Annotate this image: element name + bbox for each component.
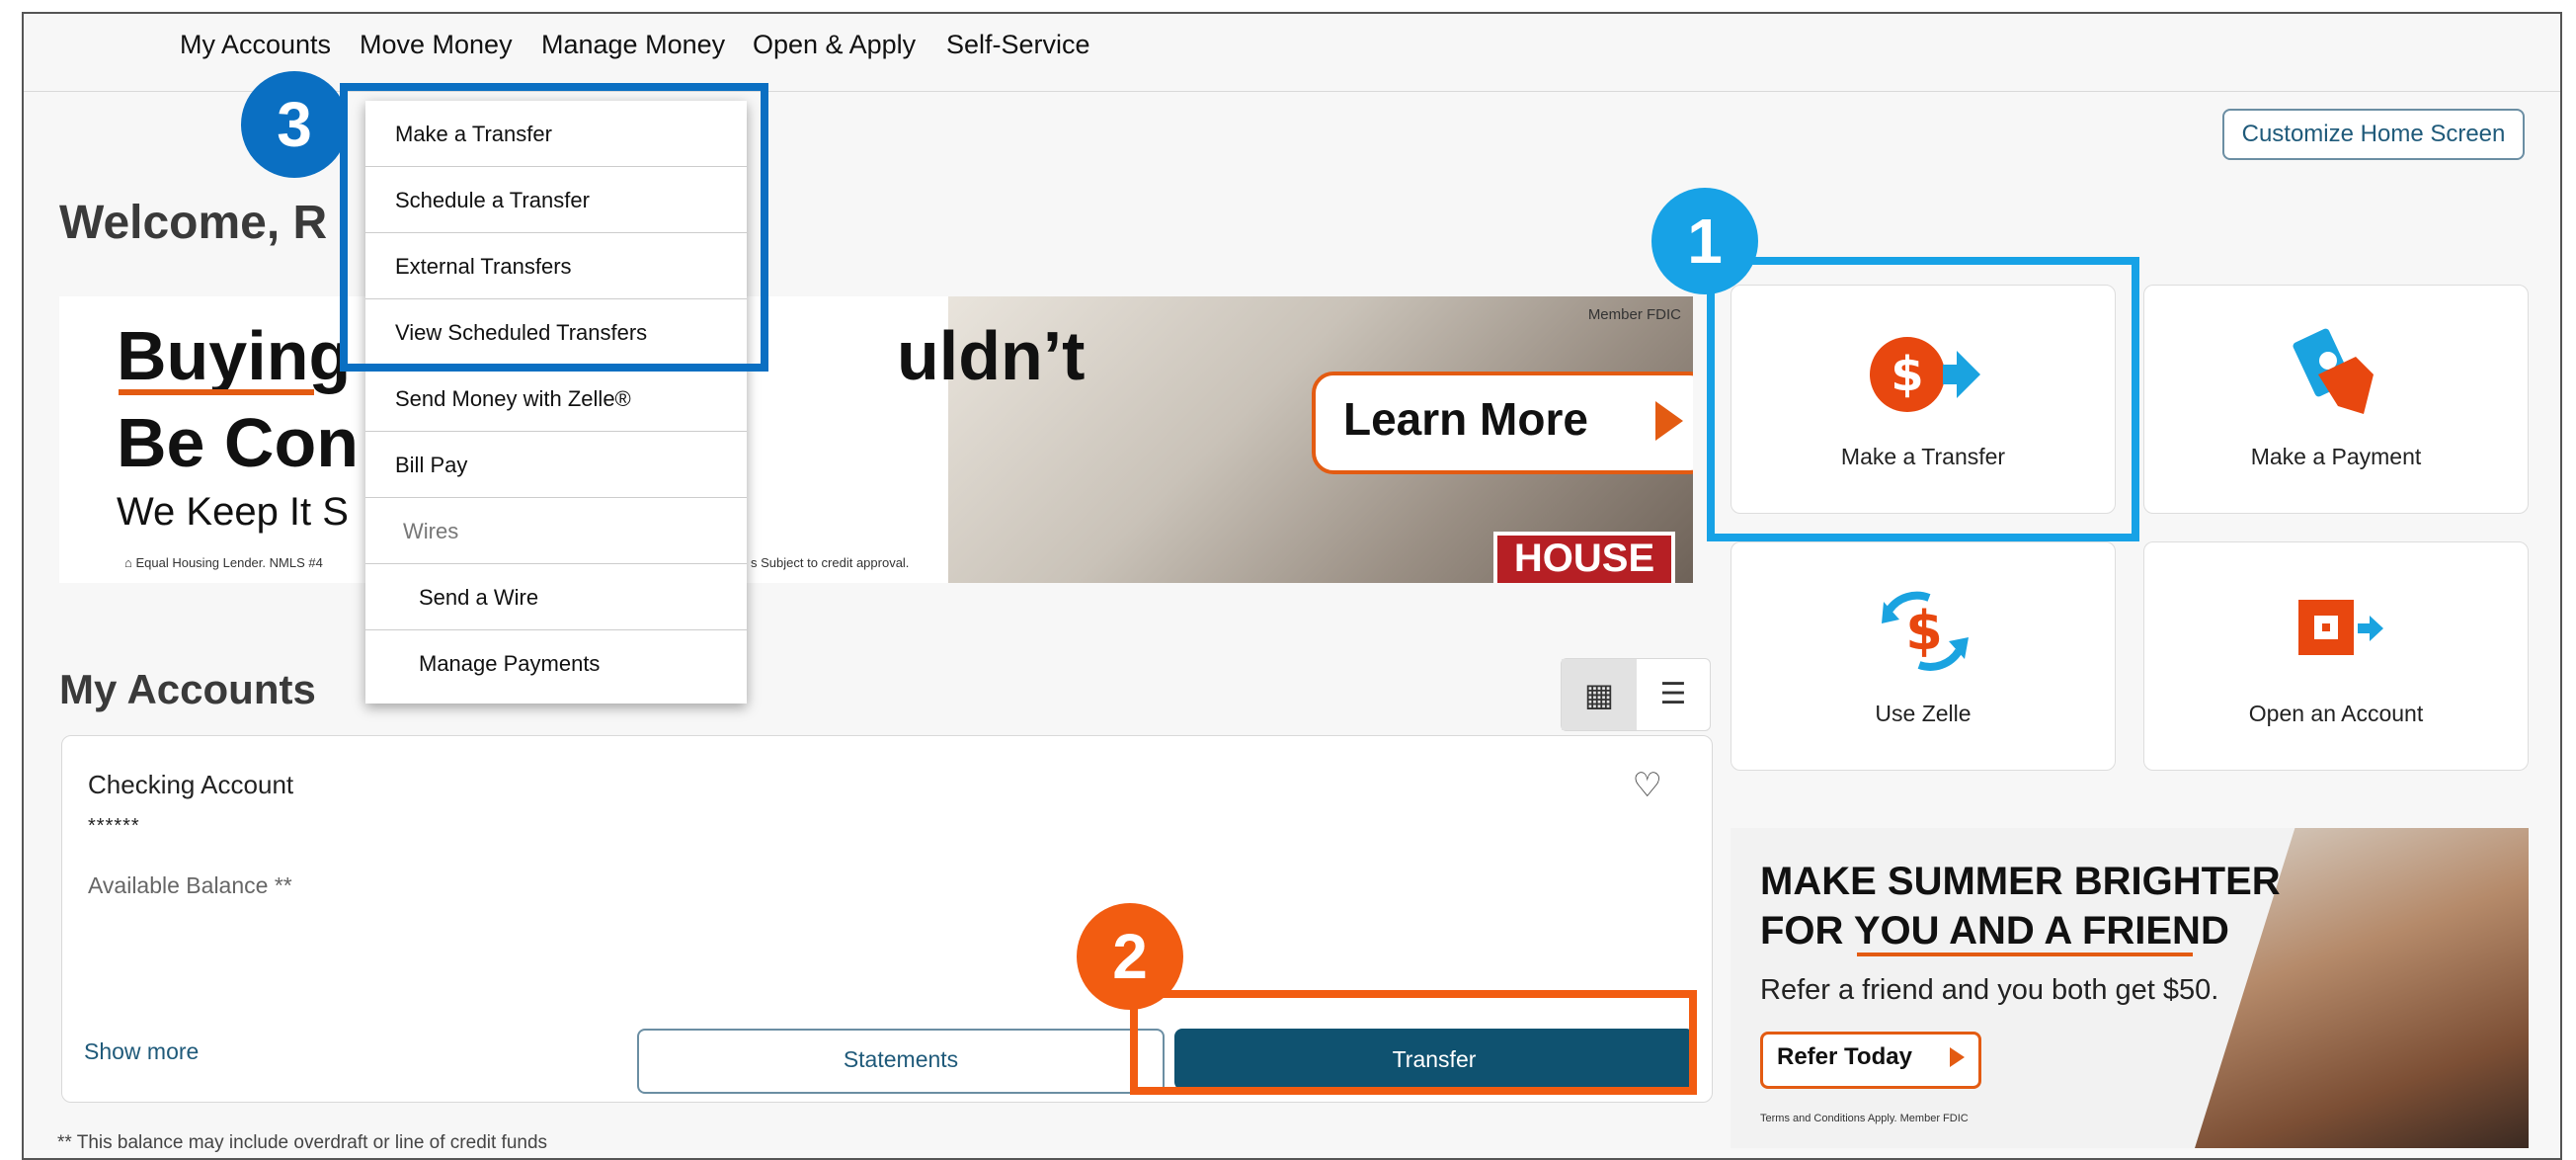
customize-home-screen-button[interactable]: Customize Home Screen: [2222, 109, 2525, 160]
refer-today-button[interactable]: Refer Today: [1760, 1032, 1981, 1089]
banner-disclaimer-text: Equal Housing Lender. NMLS #4: [135, 555, 323, 570]
play-arrow-icon: [1950, 1047, 1965, 1067]
zelle-dollar-icon: $: [1731, 580, 2115, 679]
house-sign: HOUSE: [1493, 532, 1675, 583]
learn-more-button[interactable]: Learn More: [1312, 372, 1693, 474]
callout-3-badge: 3: [241, 71, 348, 178]
available-balance-label: Available Balance **: [88, 872, 292, 898]
learn-more-label: Learn More: [1343, 393, 1588, 445]
top-nav: My Accounts Move Money Manage Money Open…: [24, 14, 2560, 92]
tile-use-zelle[interactable]: $ Use Zelle: [1731, 541, 2116, 771]
home-loan-banner[interactable]: Member FDIC Buying uldn’t Be Con We Keep…: [59, 296, 1693, 583]
play-arrow-icon: [1655, 401, 1683, 441]
tile-open-an-account[interactable]: Open an Account: [2143, 541, 2529, 771]
nav-self-service[interactable]: Self-Service: [946, 30, 1090, 60]
banner-headline-2: Be Con: [117, 404, 359, 481]
open-account-icon: [2144, 580, 2528, 679]
nav-open-apply[interactable]: Open & Apply: [753, 30, 916, 60]
callout-3-highlight: [340, 83, 768, 372]
banner-headline-1: Buying: [117, 317, 352, 394]
promo-headline-1: MAKE SUMMER BRIGHTER: [1760, 860, 2281, 903]
member-fdic-label: Member FDIC: [1587, 306, 1681, 323]
tile-label: Use Zelle: [1875, 701, 1972, 726]
menu-item-send-a-wire[interactable]: Send a Wire: [365, 564, 747, 630]
menu-item-manage-payments[interactable]: Manage Payments: [365, 630, 747, 697]
nav-move-money[interactable]: Move Money: [360, 30, 513, 60]
hand-money-icon: [2144, 323, 2528, 422]
view-toggle: ▦ ☰: [1561, 658, 1711, 731]
account-name: Checking Account: [88, 770, 294, 799]
statements-button[interactable]: Statements: [637, 1029, 1165, 1094]
tile-make-a-payment[interactable]: Make a Payment: [2143, 285, 2529, 514]
callout-1-badge: 1: [1651, 188, 1758, 294]
app-frame: My Accounts Move Money Manage Money Open…: [22, 12, 2562, 1160]
refer-today-label: Refer Today: [1777, 1043, 1912, 1070]
callout-2-highlight: [1130, 990, 1697, 1095]
menu-group-wires: Wires: [365, 498, 747, 564]
banner-credit-note: s Subject to credit approval.: [751, 555, 910, 570]
banner-headline-1b: uldn’t: [897, 317, 1086, 394]
promo-disclaimer: Terms and Conditions Apply. Member FDIC: [1760, 1113, 1969, 1124]
refer-friend-promo[interactable]: MAKE SUMMER BRIGHTER FOR YOU AND A FRIEN…: [1731, 828, 2529, 1148]
menu-item-send-money-zelle[interactable]: Send Money with Zelle®: [365, 366, 747, 432]
favorite-heart-icon[interactable]: ♡: [1633, 766, 1662, 805]
balance-footnote: ** This balance may include overdraft or…: [57, 1132, 548, 1153]
menu-item-bill-pay[interactable]: Bill Pay: [365, 432, 747, 498]
callout-1-highlight: [1707, 257, 2139, 541]
show-more-link[interactable]: Show more: [84, 1038, 199, 1065]
tile-label: Open an Account: [2248, 701, 2424, 726]
my-accounts-heading: My Accounts: [59, 666, 316, 712]
welcome-heading: Welcome, R: [59, 197, 328, 249]
banner-subhead: We Keep It S: [117, 490, 349, 534]
list-view-icon[interactable]: ☰: [1637, 659, 1710, 730]
promo-headline-2: FOR YOU AND A FRIEND: [1760, 909, 2229, 953]
nav-my-accounts[interactable]: My Accounts: [180, 30, 331, 60]
svg-text:$: $: [1905, 600, 1943, 662]
banner-disclaimer: ⌂ Equal Housing Lender. NMLS #4: [124, 555, 323, 570]
account-number-masked: ******: [88, 815, 140, 837]
promo-subtext: Refer a friend and you both get $50.: [1760, 974, 2219, 1006]
callout-2-badge: 2: [1077, 903, 1183, 1010]
nav-manage-money[interactable]: Manage Money: [541, 30, 725, 60]
grid-view-icon[interactable]: ▦: [1562, 659, 1637, 730]
banner-underline: [119, 389, 314, 395]
promo-underline: [1857, 953, 2193, 956]
tile-label: Make a Payment: [2250, 444, 2422, 469]
